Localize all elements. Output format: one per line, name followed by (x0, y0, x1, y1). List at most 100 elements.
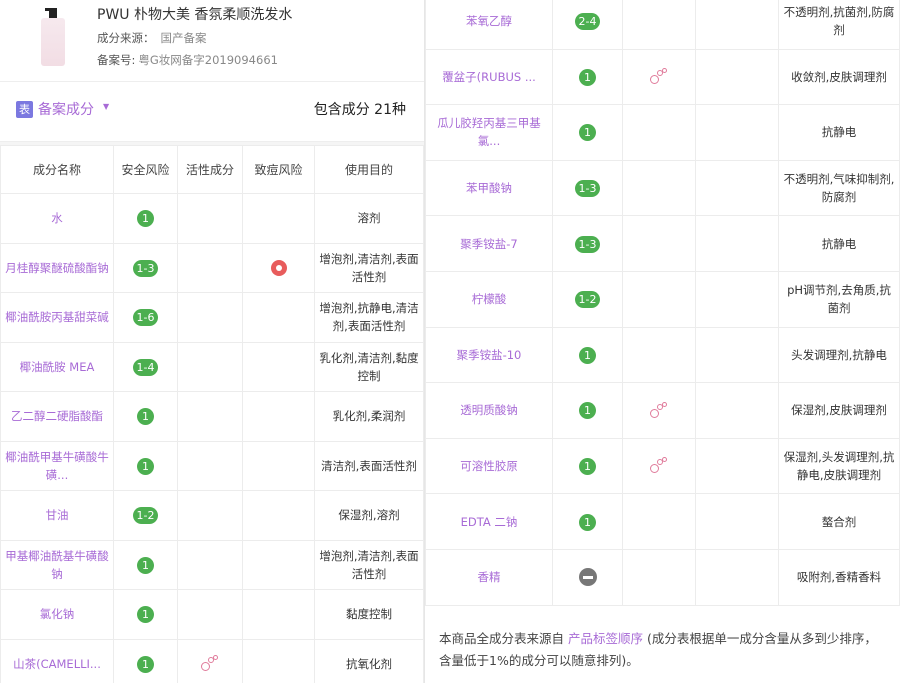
safety-cell: 1-2 (553, 271, 623, 327)
caret-down-icon[interactable]: ▼ (103, 102, 109, 111)
safety-cell: 1 (114, 392, 178, 442)
product-image (38, 8, 68, 66)
active-cell (178, 590, 243, 640)
ingredient-row[interactable]: 苯甲酸钠 1-3 不透明剂,气味抑制剂,防腐剂 (426, 160, 900, 216)
ingredient-name[interactable]: 聚季铵盐-7 (426, 216, 553, 272)
acne-cell (243, 293, 315, 343)
acne-risk-icon (271, 260, 287, 276)
safety-cell: 1 (553, 105, 623, 161)
ingredient-row[interactable]: 椰油酰胺丙基甜菜碱 1-6 增泡剂,抗静电,清洁剂,表面活性剂 (1, 293, 424, 343)
ingredient-row[interactable]: 透明质酸钠 1 保湿剂,皮肤调理剂 (426, 383, 900, 439)
ingredient-name[interactable]: 椰油酰甲基牛磺酸牛磺... (1, 441, 114, 491)
ingredient-name[interactable]: 椰油酰胺丙基甜菜碱 (1, 293, 114, 343)
ingredient-row[interactable]: 乙二醇二硬脂酸酯 1 乳化剂,柔润剂 (1, 392, 424, 442)
ingredient-row[interactable]: 水 1 溶剂 (1, 194, 424, 244)
record-label: 备案号: (97, 53, 135, 67)
acne-cell (243, 639, 315, 683)
acne-cell (696, 0, 779, 49)
acne-cell (696, 105, 779, 161)
source-label: 成分来源： (97, 31, 155, 45)
safety-cell: 1 (114, 639, 178, 683)
safety-badge: 1 (137, 656, 154, 673)
purpose-cell: 清洁剂,表面活性剂 (315, 441, 424, 491)
active-cell (178, 243, 243, 293)
ingredient-name[interactable]: 月桂醇聚醚硫酸酯钠 (1, 243, 114, 293)
ingredient-count: 包含成分 21种 (314, 99, 406, 119)
product-title: PWU 朴物大美 香氛柔顺洗发水 (97, 4, 292, 24)
ingredient-row[interactable]: 瓜儿胶羟丙基三甲基氯... 1 抗静电 (426, 105, 900, 161)
purpose-cell: 保湿剂,头发调理剂,抗静电,皮肤调理剂 (779, 438, 900, 494)
purpose-cell: 增泡剂,抗静电,清洁剂,表面活性剂 (315, 293, 424, 343)
ingredient-name[interactable]: 甘油 (1, 491, 114, 541)
active-cell (623, 216, 696, 272)
purpose-cell: 增泡剂,清洁剂,表面活性剂 (315, 540, 424, 590)
record-value: 粤G妆网备字2019094661 (138, 53, 278, 67)
safety-badge: 1-4 (133, 359, 159, 376)
ingredient-row[interactable]: 甲基椰油酰基牛磺酸钠 1 增泡剂,清洁剂,表面活性剂 (1, 540, 424, 590)
active-cell (623, 105, 696, 161)
ingredient-name[interactable]: 山茶(CAMELLI... (1, 639, 114, 683)
ingredient-row[interactable]: 可溶性胶原 1 保湿剂,头发调理剂,抗静电,皮肤调理剂 (426, 438, 900, 494)
ingredient-name[interactable]: EDTA 二钠 (426, 494, 553, 550)
ingredient-row[interactable]: 氯化钠 1 黏度控制 (1, 590, 424, 640)
record-line: 备案号:粤G妆网备字2019094661 (97, 52, 278, 68)
ingredient-name[interactable]: 瓜儿胶羟丙基三甲基氯... (426, 105, 553, 161)
acne-cell (696, 438, 779, 494)
safety-badge: 1 (137, 557, 154, 574)
source-value: 国产备案 (161, 31, 207, 45)
ingredient-name[interactable]: 乙二醇二硬脂酸酯 (1, 392, 114, 442)
ingredient-name[interactable]: 苯甲酸钠 (426, 160, 553, 216)
acne-cell (243, 342, 315, 392)
ingredient-name[interactable]: 水 (1, 194, 114, 244)
ingredient-row[interactable]: 覆盆子(RUBUS ... 1 收敛剂,皮肤调理剂 (426, 49, 900, 105)
safety-badge: 1 (579, 514, 596, 531)
safety-badge: 1-3 (575, 180, 601, 197)
ingredient-name[interactable]: 透明质酸钠 (426, 383, 553, 439)
source-note: 本商品全成分表来源自 产品标签顺序 (成分表根据单一成分含量从多到少排序，含量低… (425, 606, 900, 683)
acne-cell (243, 540, 315, 590)
active-ingredient-icon (649, 457, 669, 475)
header-active: 活性成分 (178, 146, 243, 194)
ingredient-row[interactable]: 椰油酰胺 MEA 1-4 乳化剂,清洁剂,黏度控制 (1, 342, 424, 392)
header-name: 成分名称 (1, 146, 114, 194)
active-cell (623, 327, 696, 383)
ingredient-name[interactable]: 覆盆子(RUBUS ... (426, 49, 553, 105)
safety-badge: 1 (137, 606, 154, 623)
safety-badge: 2-4 (575, 13, 601, 30)
ingredient-row[interactable]: 椰油酰甲基牛磺酸牛磺... 1 清洁剂,表面活性剂 (1, 441, 424, 491)
safety-cell (553, 549, 623, 605)
ingredient-row[interactable]: 月桂醇聚醚硫酸酯钠 1-3 增泡剂,清洁剂,表面活性剂 (1, 243, 424, 293)
purpose-cell: 乳化剂,清洁剂,黏度控制 (315, 342, 424, 392)
ingredient-name[interactable]: 甲基椰油酰基牛磺酸钠 (1, 540, 114, 590)
ingredient-row[interactable]: 聚季铵盐-10 1 头发调理剂,抗静电 (426, 327, 900, 383)
active-cell (178, 540, 243, 590)
safety-cell: 1 (114, 540, 178, 590)
active-cell (178, 441, 243, 491)
active-cell (178, 392, 243, 442)
purpose-cell: 头发调理剂,抗静电 (779, 327, 900, 383)
ingredient-name[interactable]: 可溶性胶原 (426, 438, 553, 494)
purpose-cell: 螯合剂 (779, 494, 900, 550)
ingredient-row[interactable]: 柠檬酸 1-2 pH调节剂,去角质,抗菌剂 (426, 271, 900, 327)
ingredient-row[interactable]: 甘油 1-2 保湿剂,溶剂 (1, 491, 424, 541)
ingredient-name[interactable]: 椰油酰胺 MEA (1, 342, 114, 392)
ingredient-name[interactable]: 苯氧乙醇 (426, 0, 553, 49)
ingredient-row[interactable]: 山茶(CAMELLI... 1 抗氧化剂 (1, 639, 424, 683)
acne-cell (243, 243, 315, 293)
ingredient-row[interactable]: EDTA 二钠 1 螯合剂 (426, 494, 900, 550)
ingredient-row[interactable]: 聚季铵盐-7 1-3 抗静电 (426, 216, 900, 272)
safety-cell: 1 (553, 383, 623, 439)
acne-cell (696, 216, 779, 272)
ingredient-type-dropdown[interactable]: 备案成分 (38, 99, 94, 119)
ingredient-name[interactable]: 氯化钠 (1, 590, 114, 640)
safety-badge: 1-2 (575, 291, 601, 308)
label-order-link[interactable]: 产品标签顺序 (568, 631, 643, 646)
ingredient-row[interactable]: 苯氧乙醇 2-4 不透明剂,抗菌剂,防腐剂 (426, 0, 900, 49)
purpose-cell: 抗静电 (779, 105, 900, 161)
ingredient-name[interactable]: 聚季铵盐-10 (426, 327, 553, 383)
safety-cell: 1 (553, 438, 623, 494)
ingredient-name[interactable]: 香精 (426, 549, 553, 605)
ingredient-name[interactable]: 柠檬酸 (426, 271, 553, 327)
acne-cell (243, 590, 315, 640)
ingredient-row[interactable]: 香精 吸附剂,香精香料 (426, 549, 900, 605)
